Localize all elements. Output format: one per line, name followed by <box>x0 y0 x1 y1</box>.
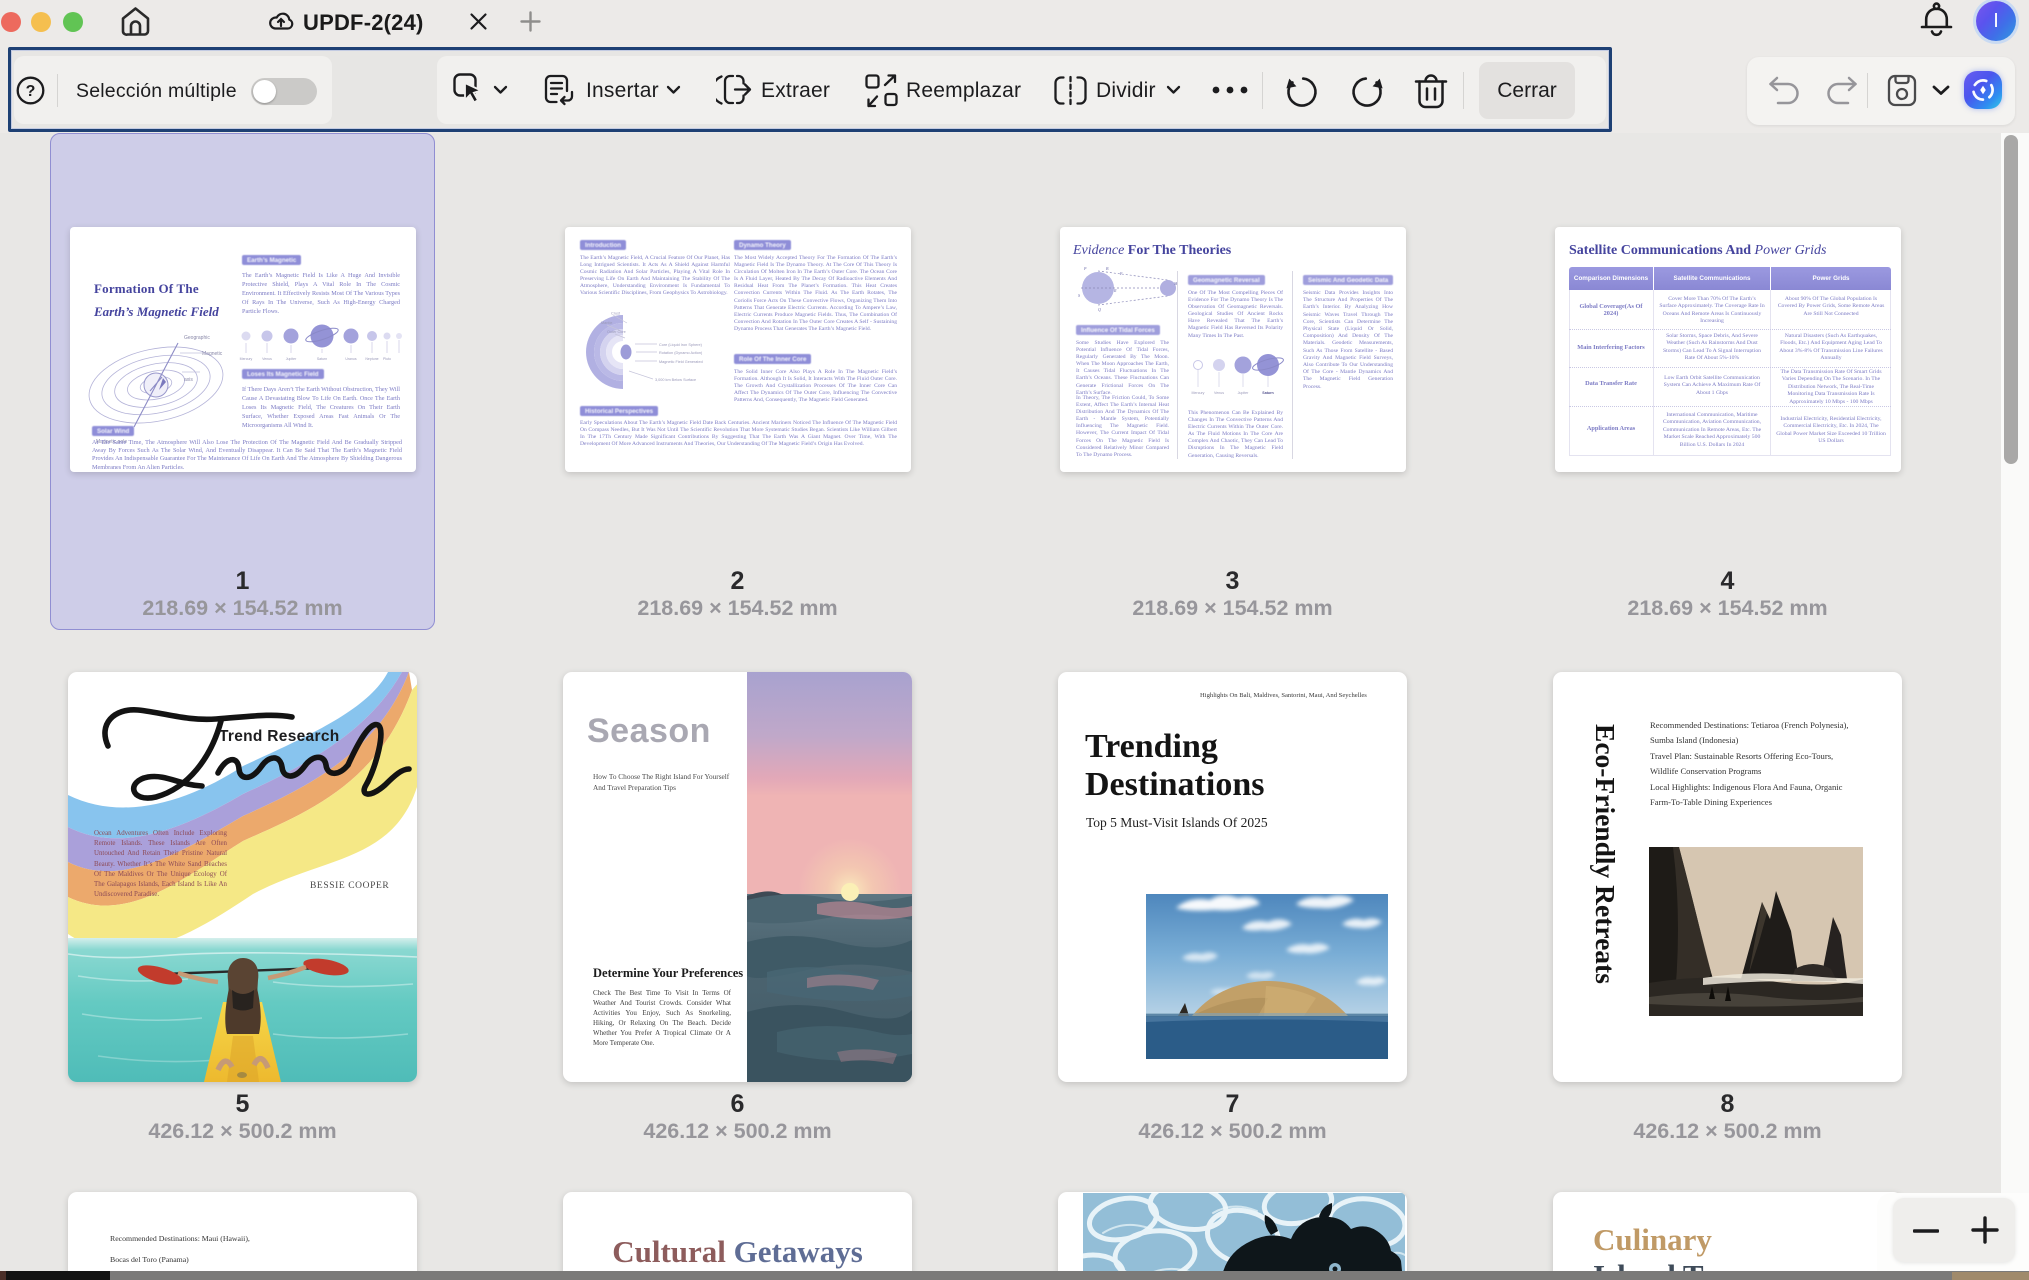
svg-text:Geographic: Geographic <box>184 335 210 341</box>
svg-text:Mercury: Mercury <box>1192 391 1205 395</box>
svg-text:Mantle: Mantle <box>601 321 612 325</box>
svg-text:Venus: Venus <box>1214 391 1224 395</box>
svg-text:Neptune: Neptune <box>365 357 378 361</box>
svg-text:Saturn: Saturn <box>1262 391 1273 395</box>
svg-text:Magnetic Field Generated: Magnetic Field Generated <box>659 360 703 364</box>
svg-text:Saturn: Saturn <box>317 357 327 361</box>
svg-text:Rotation (Dynamo Action): Rotation (Dynamo Action) <box>659 351 703 355</box>
svg-text:R: R <box>1113 288 1117 293</box>
svg-text:Outer Core: Outer Core <box>607 330 626 334</box>
svg-text:Pluto: Pluto <box>383 357 391 361</box>
svg-text:F: F <box>1119 271 1123 276</box>
svg-text:Jupiter: Jupiter <box>286 357 297 361</box>
svg-text:B: B <box>1106 267 1109 271</box>
svg-text:S: S <box>1078 293 1080 298</box>
svg-text:Uranus: Uranus <box>345 357 357 361</box>
svg-text:Venus: Venus <box>262 357 272 361</box>
svg-text:?: ? <box>26 83 36 100</box>
svg-text:Mercury: Mercury <box>240 357 253 361</box>
svg-text:Crust: Crust <box>611 312 621 316</box>
svg-text:axis: axis <box>184 377 193 383</box>
svg-text:Magnetic: Magnetic <box>202 351 223 357</box>
svg-text:Q: Q <box>1098 307 1101 312</box>
svg-text:P: P <box>1083 267 1087 271</box>
svg-text:3,000 km Below Surface: 3,000 km Below Surface <box>655 378 696 382</box>
svg-text:Core (Liquid Iron Sphere): Core (Liquid Iron Sphere) <box>659 343 703 347</box>
svg-text:Jupiter: Jupiter <box>1238 391 1250 395</box>
